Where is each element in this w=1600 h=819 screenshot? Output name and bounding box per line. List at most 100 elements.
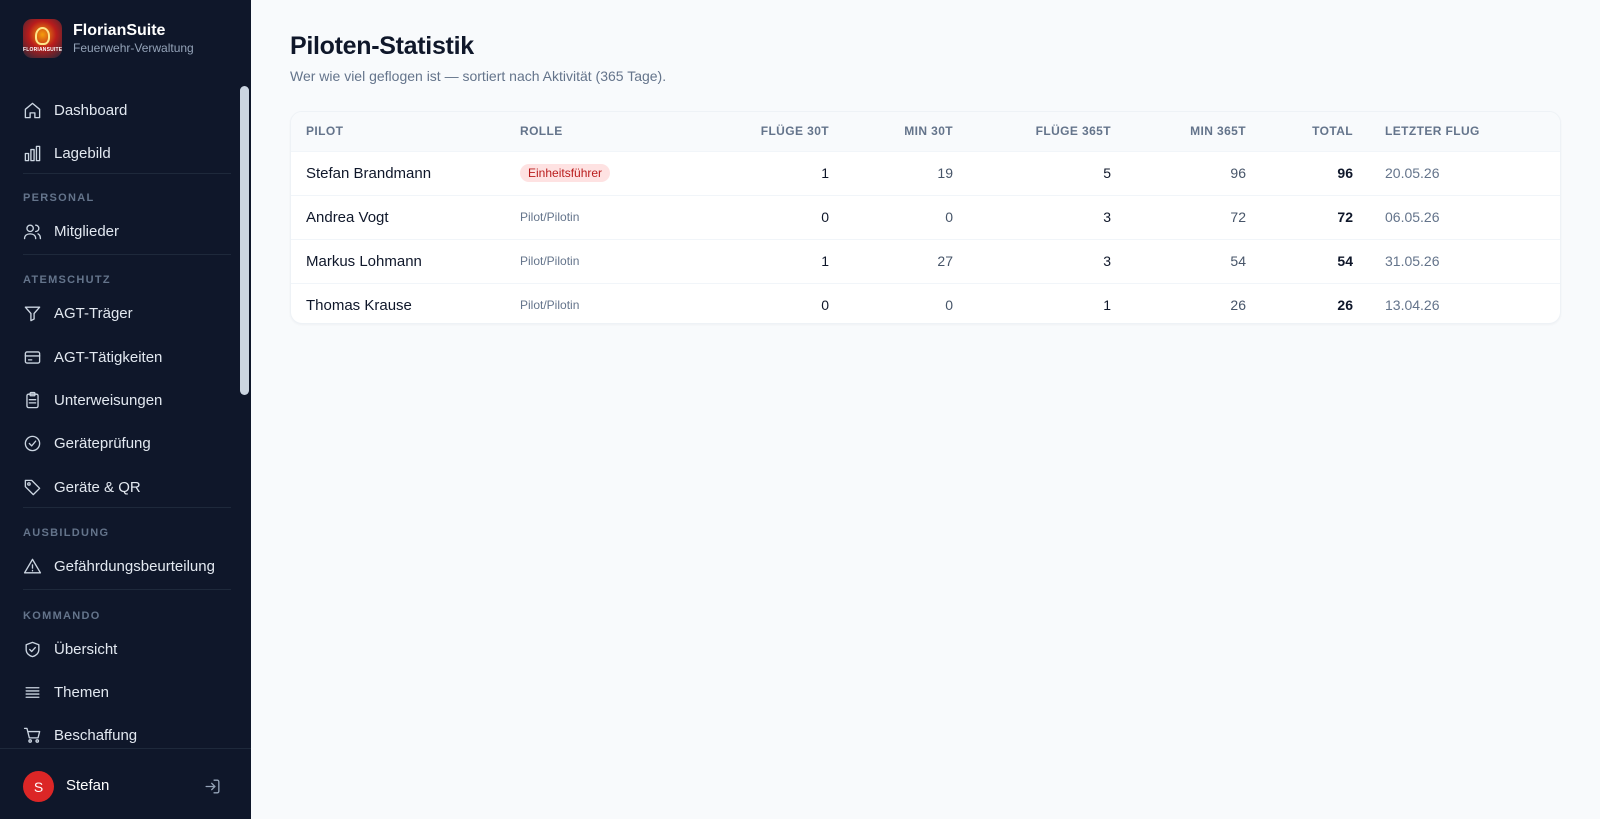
sidebar-item-agt-taetigkeiten[interactable]: AGT-Tätigkeiten bbox=[23, 342, 162, 372]
avatar[interactable]: S bbox=[23, 771, 54, 802]
list-icon bbox=[25, 686, 40, 698]
logout-icon bbox=[205, 779, 220, 794]
cell-min-30t: 19 bbox=[937, 165, 953, 181]
pilot-stats-table: PILOT ROLLE FLÜGE 30T MIN 30T FLÜGE 365T… bbox=[291, 112, 1560, 323]
brand[interactable]: FLORIANSUITE FlorianSuite Feuerwehr-Verw… bbox=[23, 19, 194, 58]
role-badge: Einheitsführer bbox=[520, 164, 611, 182]
user-name: Stefan bbox=[66, 777, 110, 794]
sidebar-item-label: Gefährdungsbeurteilung bbox=[54, 557, 215, 575]
col-header-min-30t[interactable]: MIN 30T bbox=[829, 112, 953, 151]
sidebar-item-themen[interactable]: Themen bbox=[23, 677, 109, 707]
divider bbox=[23, 589, 231, 590]
col-header-letzter-flug[interactable]: LETZTER FLUG bbox=[1353, 112, 1560, 151]
table-row[interactable]: Andrea Vogt Pilot/Pilotin 0 0 3 72 72 06… bbox=[291, 195, 1560, 239]
cell-total: 72 bbox=[1337, 209, 1353, 225]
sidebar-item-beschaffung[interactable]: Beschaffung bbox=[23, 720, 137, 746]
page-title: Piloten-Statistik bbox=[290, 32, 474, 60]
col-header-fluege-365t[interactable]: FLÜGE 365T bbox=[953, 112, 1111, 151]
sidebar-item-label: Mitglieder bbox=[54, 222, 120, 240]
brand-subtitle: Feuerwehr-Verwaltung bbox=[73, 41, 194, 55]
check-circle-icon bbox=[24, 435, 41, 451]
clipboard-icon bbox=[26, 391, 39, 408]
cell-fluege-30t: 1 bbox=[821, 253, 829, 269]
sidebar-item-label: Dashboard bbox=[54, 101, 128, 119]
sidebar-item-geraetepruefung[interactable]: Geräteprüfung bbox=[23, 428, 151, 458]
cell-fluege-365t: 1 bbox=[1103, 297, 1111, 314]
table-row[interactable]: Markus Lohmann Pilot/Pilotin 1 27 3 54 5… bbox=[291, 239, 1560, 283]
cell-letzter-flug: 31.05.26 bbox=[1385, 253, 1440, 269]
sidebar-item-mitglieder[interactable]: Mitglieder bbox=[23, 216, 119, 246]
logout-button[interactable] bbox=[203, 777, 222, 796]
cart-icon bbox=[23, 727, 41, 743]
sidebar-item-label: Übersicht bbox=[54, 640, 118, 658]
col-header-min-365t[interactable]: MIN 365T bbox=[1111, 112, 1246, 151]
table-row[interactable]: Stefan Brandmann Einheitsführer 1 19 5 9… bbox=[291, 151, 1560, 195]
page-subtitle: Wer wie viel geflogen ist — sortiert nac… bbox=[290, 68, 667, 84]
divider bbox=[23, 254, 231, 255]
cell-min-30t: 27 bbox=[937, 253, 953, 269]
cell-min-365t: 72 bbox=[1230, 209, 1246, 225]
cell-letzter-flug: 13.04.26 bbox=[1385, 297, 1440, 314]
sidebar-item-lagebild[interactable]: Lagebild bbox=[23, 138, 111, 168]
cell-rolle: Pilot/Pilotin bbox=[520, 195, 713, 239]
user-panel: S Stefan bbox=[0, 748, 251, 819]
sidebar-scrollbar[interactable] bbox=[240, 86, 249, 395]
col-header-fluege-30t[interactable]: FLÜGE 30T bbox=[713, 112, 829, 151]
sidebar-item-uebersicht[interactable]: Übersicht bbox=[23, 634, 117, 664]
divider bbox=[23, 507, 231, 508]
col-header-total[interactable]: TOTAL bbox=[1246, 112, 1353, 151]
section-title-personal: PERSONAL bbox=[23, 192, 95, 204]
role-badge: Pilot/Pilotin bbox=[520, 298, 580, 313]
cell-rolle: Pilot/Pilotin bbox=[520, 239, 713, 283]
cell-rolle: Pilot/Pilotin bbox=[520, 283, 713, 323]
cell-pilot: Markus Lohmann bbox=[306, 252, 422, 270]
main-content: Piloten-Statistik Wer wie viel geflogen … bbox=[251, 0, 1600, 819]
cell-fluege-365t: 3 bbox=[1103, 253, 1111, 269]
card-icon bbox=[24, 350, 41, 364]
brand-logo: FLORIANSUITE bbox=[23, 19, 62, 58]
section-title-atemschutz: ATEMSCHUTZ bbox=[23, 274, 111, 286]
sidebar-item-label: AGT-Tätigkeiten bbox=[54, 348, 163, 366]
tag-icon bbox=[24, 479, 41, 495]
cell-letzter-flug: 20.05.26 bbox=[1385, 165, 1440, 181]
sidebar-item-label: Themen bbox=[54, 683, 110, 701]
shield-check-icon bbox=[25, 641, 40, 657]
cell-fluege-365t: 3 bbox=[1103, 209, 1111, 225]
warning-icon bbox=[23, 558, 42, 574]
cell-pilot: Thomas Krause bbox=[306, 296, 412, 314]
sidebar-item-dashboard[interactable]: Dashboard bbox=[23, 95, 127, 125]
cell-letzter-flug: 06.05.26 bbox=[1385, 209, 1440, 225]
cell-pilot: Stefan Brandmann bbox=[306, 164, 432, 182]
sidebar-item-gefaehrdungsbeurteilung[interactable]: Gefährdungsbeurteilung bbox=[23, 551, 215, 581]
cell-min-30t: 0 bbox=[945, 209, 953, 225]
role-badge: Pilot/Pilotin bbox=[520, 210, 580, 224]
cell-min-365t: 54 bbox=[1230, 253, 1246, 269]
sidebar-item-geraete-qr[interactable]: Geräte & QR bbox=[23, 472, 141, 502]
section-title-ausbildung: AUSBILDUNG bbox=[23, 527, 110, 539]
brand-name: FlorianSuite bbox=[73, 22, 166, 39]
cell-fluege-30t: 0 bbox=[821, 297, 829, 314]
role-badge: Pilot/Pilotin bbox=[520, 254, 580, 268]
col-header-pilot[interactable]: PILOT bbox=[291, 112, 520, 151]
col-header-rolle[interactable]: ROLLE bbox=[520, 112, 713, 151]
section-title-kommando: KOMMANDO bbox=[23, 610, 101, 622]
sidebar-item-label: Unterweisungen bbox=[54, 391, 163, 409]
sidebar-item-agt-traeger[interactable]: AGT-Träger bbox=[23, 298, 133, 328]
cell-pilot: Andrea Vogt bbox=[306, 208, 389, 226]
bar-chart-icon bbox=[24, 145, 41, 161]
table-row[interactable]: Thomas Krause Pilot/Pilotin 0 0 1 26 26 … bbox=[291, 283, 1560, 323]
sidebar-item-label: Geräteprüfung bbox=[54, 434, 151, 452]
sidebar-item-label: Lagebild bbox=[54, 144, 111, 162]
cell-min-30t: 0 bbox=[945, 297, 953, 314]
sidebar-item-unterweisungen[interactable]: Unterweisungen bbox=[23, 385, 162, 415]
divider bbox=[23, 173, 231, 174]
cell-total: 54 bbox=[1337, 253, 1353, 269]
cell-total: 26 bbox=[1337, 297, 1353, 314]
cell-total: 96 bbox=[1337, 165, 1353, 181]
sidebar-item-label: Geräte & QR bbox=[54, 478, 141, 496]
filter-icon bbox=[24, 305, 41, 321]
pilot-stats-card: PILOT ROLLE FLÜGE 30T MIN 30T FLÜGE 365T… bbox=[290, 111, 1561, 324]
sidebar-nav: Dashboard Lagebild PERSONAL Mitglieder A… bbox=[0, 84, 238, 746]
sidebar-item-label: AGT-Träger bbox=[54, 304, 133, 322]
cell-fluege-365t: 5 bbox=[1103, 165, 1111, 181]
